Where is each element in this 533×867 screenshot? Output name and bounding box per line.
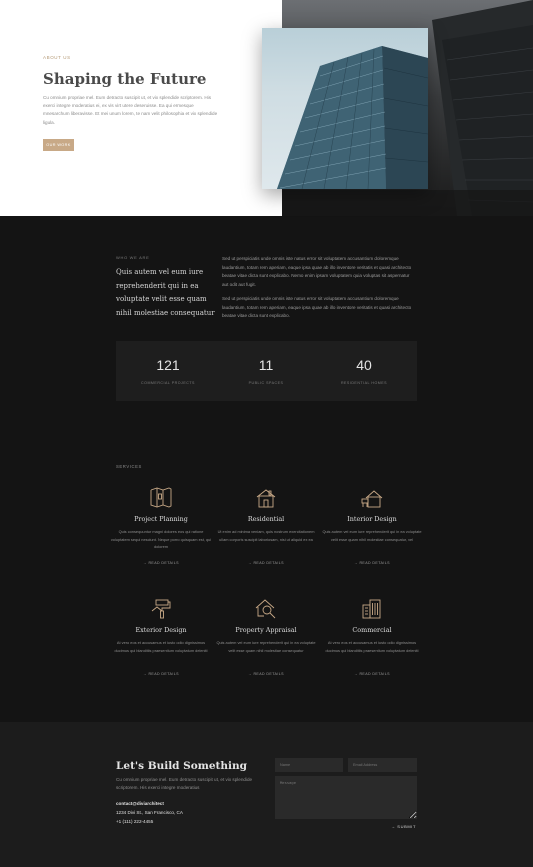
hero-eyebrow: ABOUT US [43, 55, 71, 60]
house-icon [256, 489, 276, 508]
who-we-are-paragraph-1: Sed ut perspiciatis unde omnis iste natu… [222, 256, 412, 287]
name-field[interactable] [275, 758, 343, 772]
skyscraper-illustration [277, 46, 428, 189]
service-description: Quis autem vel eum iure reprehenderit qu… [216, 640, 316, 653]
read-details-link[interactable]: → READ DETAILS [211, 672, 321, 676]
paint-roller-icon [151, 599, 171, 619]
read-details-link[interactable]: → READ DETAILS [317, 672, 427, 676]
service-title: Commercial [352, 626, 392, 634]
contact-phone: +1 (111) 222-4455 [116, 818, 154, 824]
service-description: Ut enim ad minima veniam, quis nostrum e… [217, 529, 315, 542]
service-description: At vero eos et accusamus et iusto odio d… [325, 640, 419, 653]
stat-public-spaces: 11 PUBLIC SPACES [216, 341, 316, 401]
stat-residential-homes: 40 RESIDENTIAL HOMES [314, 341, 414, 401]
stat-value: 40 [356, 357, 372, 373]
contact-section [0, 722, 533, 867]
stat-commercial-projects: 121 COMMERCIAL PROJECTS [118, 341, 218, 401]
stat-label: RESIDENTIAL HOMES [340, 381, 388, 385]
hero-section: ABOUT US Shaping the Future Cu omnium pr… [0, 0, 533, 216]
skyscraper-image [262, 28, 428, 189]
stat-label: COMMERCIAL PROJECTS [141, 381, 195, 385]
email-field[interactable] [348, 758, 417, 772]
blueprint-icon [150, 487, 172, 508]
hero-title: Shaping the Future [43, 70, 207, 88]
house-search-icon [255, 599, 276, 619]
service-title: Residential [247, 515, 285, 523]
stat-label: PUBLIC SPACES [248, 381, 284, 385]
message-field[interactable] [275, 776, 417, 819]
read-details-link[interactable]: → READ DETAILS [106, 672, 216, 676]
contact-info: contact@diviarchitect 1234 Divi St., San… [116, 800, 183, 826]
service-title: Exterior Design [135, 626, 187, 634]
contact-email: contact@diviarchitect [116, 801, 164, 806]
read-details-link[interactable]: → READ DETAILS [211, 561, 321, 565]
stat-value: 11 [258, 357, 274, 373]
submit-button[interactable]: → SUBMIT [391, 824, 416, 829]
buildings-icon [362, 599, 381, 619]
our-work-button[interactable]: OUR WORK [43, 139, 74, 151]
who-we-are-quote: Quis autem vel eum iure reprehenderit qu… [116, 268, 215, 317]
interior-icon [361, 490, 383, 508]
service-description: Quis autem vel eum iure reprehenderit qu… [322, 529, 422, 542]
stats-panel: 121 COMMERCIAL PROJECTS 11 PUBLIC SPACES… [116, 341, 417, 401]
who-we-are-eyebrow: WHO WE ARE [116, 255, 150, 260]
services-label: SERVICES [116, 464, 142, 469]
who-we-are-paragraph-2: Sed ut perspiciatis unde omnis iste natu… [222, 296, 412, 319]
hero-text: Cu omnium propriae mel. Eum detracto sus… [43, 95, 218, 125]
service-description: At vero eos et accusamus et iusto odio d… [114, 640, 208, 653]
contact-text: Cu omnium propriae mel. Eum detracto sus… [116, 777, 253, 791]
service-title: Interior Design [347, 515, 397, 523]
read-details-link[interactable]: → READ DETAILS [106, 561, 216, 565]
service-description: Quis consequuntur magni dolores eos qui … [110, 529, 212, 550]
stat-value: 121 [156, 357, 180, 373]
read-details-link[interactable]: → READ DETAILS [317, 561, 427, 565]
service-title: Property Appraisal [235, 626, 297, 634]
service-title: Project Planning [134, 515, 188, 523]
contact-address: 1234 Divi St., San Francisco, CA [116, 809, 183, 815]
contact-title: Let's Build Something [116, 760, 248, 772]
